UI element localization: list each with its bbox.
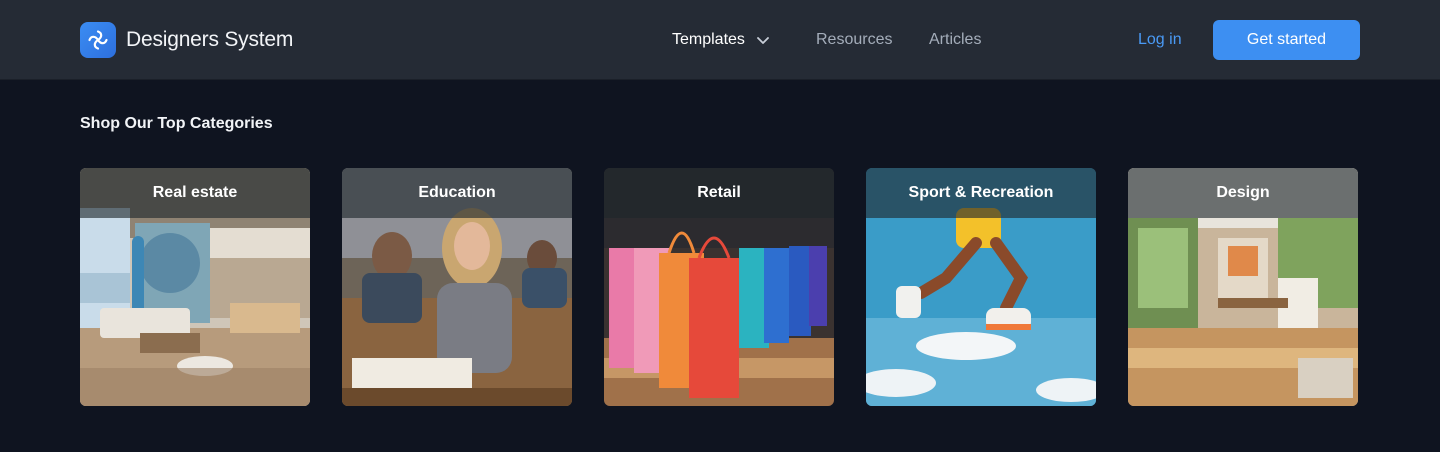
brand-name: Designers System xyxy=(126,28,294,51)
nav-resources-label: Resources xyxy=(816,31,893,48)
get-started-button[interactable]: Get started xyxy=(1213,20,1360,60)
category-card-design[interactable]: Design xyxy=(1128,168,1358,406)
card-label: Education xyxy=(418,184,496,201)
nav-resources[interactable]: Resources xyxy=(816,0,892,80)
card-label: Retail xyxy=(697,184,741,201)
nav-articles[interactable]: Articles xyxy=(929,0,981,80)
nav-articles-label: Articles xyxy=(929,31,982,48)
section-title: Shop Our Top Categories xyxy=(80,115,273,132)
category-card-real-estate[interactable]: Real estate xyxy=(80,168,310,406)
category-cards: Real estate Education Retail Sport & Rec… xyxy=(80,168,1358,406)
brand-logo-icon xyxy=(80,22,116,58)
nav-templates-label: Templates xyxy=(672,31,745,48)
card-label-bar: Design xyxy=(1128,168,1358,218)
top-navigation-bar: Designers System Templates Resources Art… xyxy=(0,0,1440,80)
card-label: Real estate xyxy=(152,184,238,201)
nav-templates[interactable]: Templates xyxy=(672,0,771,80)
card-label: Sport & Recreation xyxy=(908,184,1054,201)
brand[interactable]: Designers System xyxy=(80,22,293,58)
category-card-education[interactable]: Education xyxy=(342,168,572,406)
category-card-retail[interactable]: Retail xyxy=(604,168,834,406)
card-label-bar: Sport & Recreation xyxy=(866,168,1096,218)
category-card-sport-recreation[interactable]: Sport & Recreation xyxy=(866,168,1096,406)
card-label: Design xyxy=(1216,184,1270,201)
login-link[interactable]: Log in xyxy=(1138,0,1182,80)
card-label-bar: Retail xyxy=(604,168,834,218)
chevron-down-icon xyxy=(757,37,769,44)
card-label-bar: Real estate xyxy=(80,168,310,218)
card-label-bar: Education xyxy=(342,168,572,218)
